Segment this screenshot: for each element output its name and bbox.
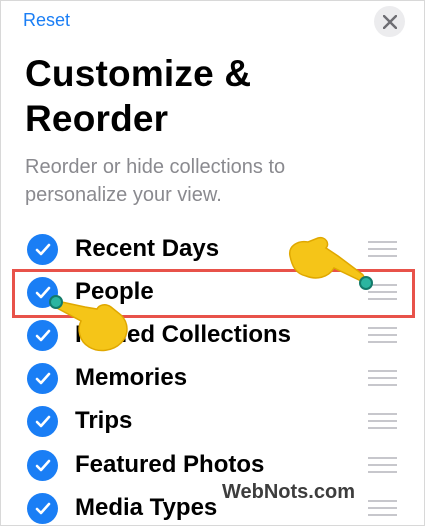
list-item-label: Media Types [75,494,218,521]
title-line-1: Customize & [25,53,252,94]
watermark: WebNots.com [222,481,355,503]
checkmark-toggle[interactable] [27,493,58,524]
list-item-label: Trips [75,407,133,434]
pointing-hand-icon [52,299,128,352]
list-item-trips[interactable]: Trips [1,401,424,443]
checkmark-toggle[interactable] [27,406,58,437]
reorder-handle-icon[interactable] [368,413,397,429]
reset-button[interactable]: Reset [23,10,70,31]
reorder-handle-icon[interactable] [368,500,397,516]
checkmark-icon [35,329,50,342]
touch-point-icon [359,276,373,290]
close-icon [382,14,397,29]
close-button[interactable] [374,6,405,37]
checkmark-toggle[interactable] [27,450,58,481]
list-item-media-types[interactable]: Media Types [1,488,424,525]
list-item-label: Featured Photos [75,451,265,478]
page-title: Customize & Reorder [25,51,251,141]
reorder-handle-icon[interactable] [368,370,397,386]
touch-point-icon [49,295,63,309]
customize-reorder-sheet: Reset Customize & Reorder Reorder or hid… [0,0,425,526]
checkmark-toggle[interactable] [27,363,58,394]
checkmark-toggle[interactable] [27,234,58,265]
list-item-label: Memories [75,364,188,391]
reorder-handle-icon[interactable] [368,457,397,473]
list-item-featured-photos[interactable]: Featured Photos [1,445,424,487]
reorder-handle-icon[interactable] [368,327,397,343]
checkmark-icon [35,502,50,515]
checkmark-icon [35,415,50,428]
title-line-2: Reorder [25,98,169,139]
checkmark-icon [35,243,50,256]
list-item-memories[interactable]: Memories [1,358,424,400]
checkmark-icon [35,372,50,385]
checkmark-icon [35,459,50,472]
list-item-label: Recent Days [75,235,220,262]
page-subtitle: Reorder or hide collections to personali… [25,156,286,206]
